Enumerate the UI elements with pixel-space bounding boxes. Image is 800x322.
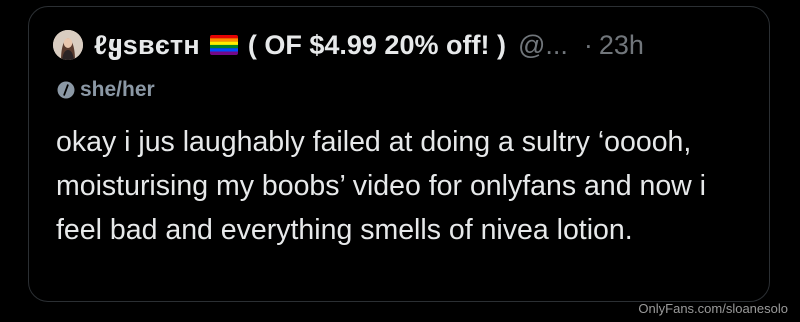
user-handle[interactable]: @... <box>518 30 568 61</box>
watermark: OnlyFans.com/sloanesolo <box>638 301 788 316</box>
separator-dot: · <box>583 29 593 60</box>
post-timestamp[interactable]: 23h <box>599 30 644 61</box>
post-body: okay i jus laughably failed at doing a s… <box>56 126 707 246</box>
display-name-promo[interactable]: ( OF $4.99 20% off! ) <box>248 30 506 61</box>
display-name[interactable]: ℓყѕвєтн <box>94 30 200 61</box>
avatar[interactable] <box>53 30 83 60</box>
post-header: ℓყѕвєтн ( OF $4.99 20% off! ) @... · 23h <box>53 25 753 65</box>
pronouns-row: she/her <box>57 77 155 103</box>
rainbow-flag-icon <box>209 35 238 55</box>
pronouns-icon <box>57 81 75 99</box>
post-card[interactable]: ℓყѕвєтн ( OF $4.99 20% off! ) @... · 23h… <box>28 6 770 302</box>
pronouns-label: she/her <box>80 78 155 101</box>
